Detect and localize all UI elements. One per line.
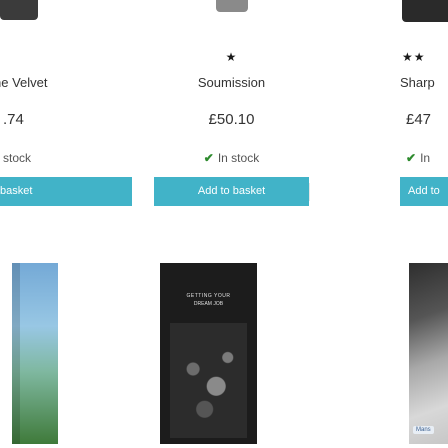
add-to-basket-button[interactable]: basket bbox=[0, 177, 132, 206]
product-price: £50.10 bbox=[208, 111, 255, 128]
add-to-basket-button[interactable]: Add to bbox=[400, 177, 448, 206]
check-icon: ✔ bbox=[203, 151, 214, 165]
cover-title-line: GETTING YOUR bbox=[186, 293, 231, 299]
product-price: £47 bbox=[406, 111, 432, 128]
cover-title-line: DREAM JOB bbox=[193, 301, 224, 307]
cover-art bbox=[170, 323, 247, 438]
stock-status: ✔ In bbox=[370, 151, 448, 165]
check-icon: ✔ bbox=[406, 151, 417, 165]
cover-label: Mans bbox=[413, 426, 434, 434]
stock-label: In bbox=[420, 151, 431, 165]
add-to-basket-button[interactable]: Add to basket bbox=[154, 177, 309, 206]
product-image-top-left[interactable] bbox=[0, 0, 38, 20]
product-title[interactable]: Soumission bbox=[154, 75, 309, 90]
star-rating: ★ bbox=[225, 50, 238, 64]
stock-status: stock bbox=[0, 151, 80, 165]
product-image-top-right[interactable] bbox=[402, 0, 448, 22]
product-title[interactable]: ne Velvet bbox=[0, 75, 80, 90]
stock-status: ✔ In stock bbox=[154, 151, 309, 165]
product-image-left[interactable] bbox=[12, 263, 58, 444]
product-grid: ne Velvet .74 stock basket ★ Soumission … bbox=[0, 0, 448, 448]
star-rating: ★★ bbox=[402, 50, 426, 64]
product-image-right[interactable]: Mans bbox=[409, 263, 448, 444]
divider bbox=[309, 183, 310, 201]
stock-label: In stock bbox=[217, 151, 260, 165]
stock-label: stock bbox=[3, 151, 32, 165]
product-title[interactable]: Sharp bbox=[370, 75, 448, 90]
product-image-mid[interactable]: GETTING YOUR DREAM JOB bbox=[160, 263, 257, 444]
product-price: .74 bbox=[3, 111, 24, 128]
product-image-top-mid[interactable] bbox=[216, 0, 248, 12]
